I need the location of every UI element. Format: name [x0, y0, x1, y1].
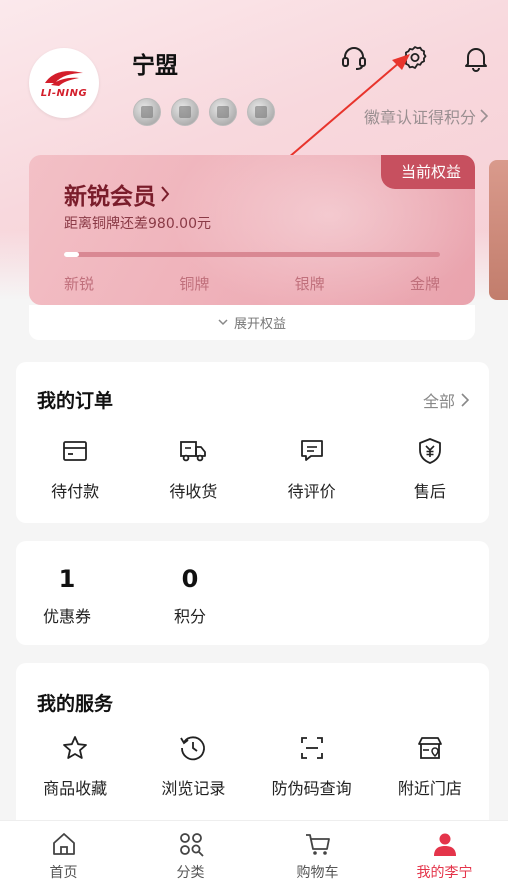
badge-icon[interactable]: [171, 98, 199, 126]
logo-text: LI-NING: [40, 88, 88, 99]
comment-icon: [300, 440, 323, 461]
history-icon: [180, 736, 206, 761]
orders-title: 我的订单: [37, 390, 114, 412]
level-label: 金牌: [409, 275, 440, 293]
user-icon: [433, 833, 456, 856]
bottom-tab-bar: 首页 分类 购物车 我的李宁: [0, 820, 508, 884]
tab-label: 购物车: [296, 865, 339, 881]
member-level-title[interactable]: 新锐会员: [64, 177, 170, 211]
service-nearby-store[interactable]: 附近门店: [371, 733, 489, 799]
coupon-count: 1: [58, 565, 76, 593]
service-favorites[interactable]: 商品收藏: [16, 733, 134, 799]
service-label: 防伪码查询: [271, 779, 352, 798]
service-label: 附近门店: [397, 779, 462, 798]
gear-icon[interactable]: [401, 44, 429, 72]
services-panel: 我的服务 商品收藏 浏览记录 防伪码查询 附近门店: [16, 663, 489, 833]
level-label: 铜牌: [179, 275, 210, 293]
scan-icon: [300, 737, 323, 759]
star-icon: [63, 736, 88, 759]
coupon-stat[interactable]: 1 优惠券: [27, 565, 107, 627]
services-title: 我的服务: [37, 693, 114, 715]
order-item-label: 售后: [413, 482, 446, 501]
points-count: 0: [181, 565, 199, 593]
tab-home[interactable]: 首页: [0, 821, 127, 884]
member-card[interactable]: 当前权益 新锐会员 距离铜牌还差980.00元 新锐 铜牌 银牌 金牌: [29, 155, 475, 305]
tab-label: 我的李宁: [416, 865, 473, 881]
service-label: 商品收藏: [43, 779, 108, 798]
next-member-card-peek[interactable]: [489, 160, 508, 300]
order-pending-review[interactable]: 待评价: [253, 436, 371, 502]
chevron-right-icon: [461, 393, 469, 407]
bell-icon[interactable]: [462, 44, 490, 72]
cart-icon: [305, 834, 330, 855]
level-label: 银牌: [294, 275, 325, 293]
order-pending-receipt[interactable]: 待收货: [134, 436, 252, 502]
level-progress-fill: [64, 252, 80, 257]
chevron-right-icon: [161, 186, 170, 202]
order-pending-payment[interactable]: 待付款: [16, 436, 134, 502]
username: 宁盟: [132, 53, 178, 79]
tab-label: 分类: [176, 865, 205, 881]
badge-link-label: 徽章认证得积分: [363, 108, 476, 127]
tab-label: 首页: [49, 865, 78, 881]
service-history[interactable]: 浏览记录: [134, 733, 252, 799]
orders-panel: 我的订单 全部 待付款 待收货 待评价 售后: [16, 362, 489, 523]
truck-icon: [180, 441, 207, 462]
expand-rights-button[interactable]: 展开权益: [29, 305, 475, 340]
home-icon: [52, 833, 75, 855]
order-item-label: 待收货: [169, 482, 218, 501]
orders-all-label: 全部: [422, 392, 455, 411]
points-stat[interactable]: 0 积分: [150, 565, 230, 627]
badge-icon[interactable]: [209, 98, 237, 126]
li-ning-logo: LI-NING: [41, 67, 87, 99]
chevron-right-icon: [480, 109, 488, 123]
headset-icon[interactable]: [340, 44, 368, 72]
current-rights-tag[interactable]: 当前权益: [380, 155, 475, 189]
chevron-down-icon: [218, 319, 228, 326]
li-ning-swoosh-icon: [44, 71, 83, 86]
orders-all-link[interactable]: 全部: [423, 388, 469, 412]
assets-panel: 1 优惠券 0 积分: [16, 541, 489, 645]
badge-list: [133, 98, 275, 126]
level-progress-bar: [64, 252, 440, 257]
avatar[interactable]: LI-NING: [29, 48, 99, 118]
order-after-sales[interactable]: 售后: [371, 436, 489, 502]
badge-certification-link[interactable]: 徽章认证得积分: [364, 104, 488, 128]
badge-icon[interactable]: [247, 98, 275, 126]
tab-category[interactable]: 分类: [127, 821, 254, 884]
order-item-label: 待评价: [287, 482, 336, 501]
category-icon: [179, 833, 204, 857]
store-icon: [417, 737, 442, 759]
level-label: 新锐: [64, 275, 95, 293]
progress-text: 距离铜牌还差980.00元: [64, 216, 211, 232]
tab-my-lining[interactable]: 我的李宁: [381, 821, 508, 884]
shield-yen-icon: [418, 438, 441, 464]
tab-cart[interactable]: 购物车: [254, 821, 381, 884]
service-anti-fake[interactable]: 防伪码查询: [253, 733, 371, 799]
member-level-label: 新锐会员: [64, 184, 156, 210]
expand-rights-label: 展开权益: [233, 317, 286, 332]
badge-icon[interactable]: [133, 98, 161, 126]
wallet-icon: [63, 441, 88, 461]
coupon-label: 优惠券: [42, 607, 91, 626]
points-label: 积分: [173, 607, 206, 626]
level-labels: 新锐 铜牌 银牌 金牌: [64, 273, 440, 294]
order-item-label: 待付款: [51, 482, 100, 501]
service-label: 浏览记录: [161, 779, 226, 798]
